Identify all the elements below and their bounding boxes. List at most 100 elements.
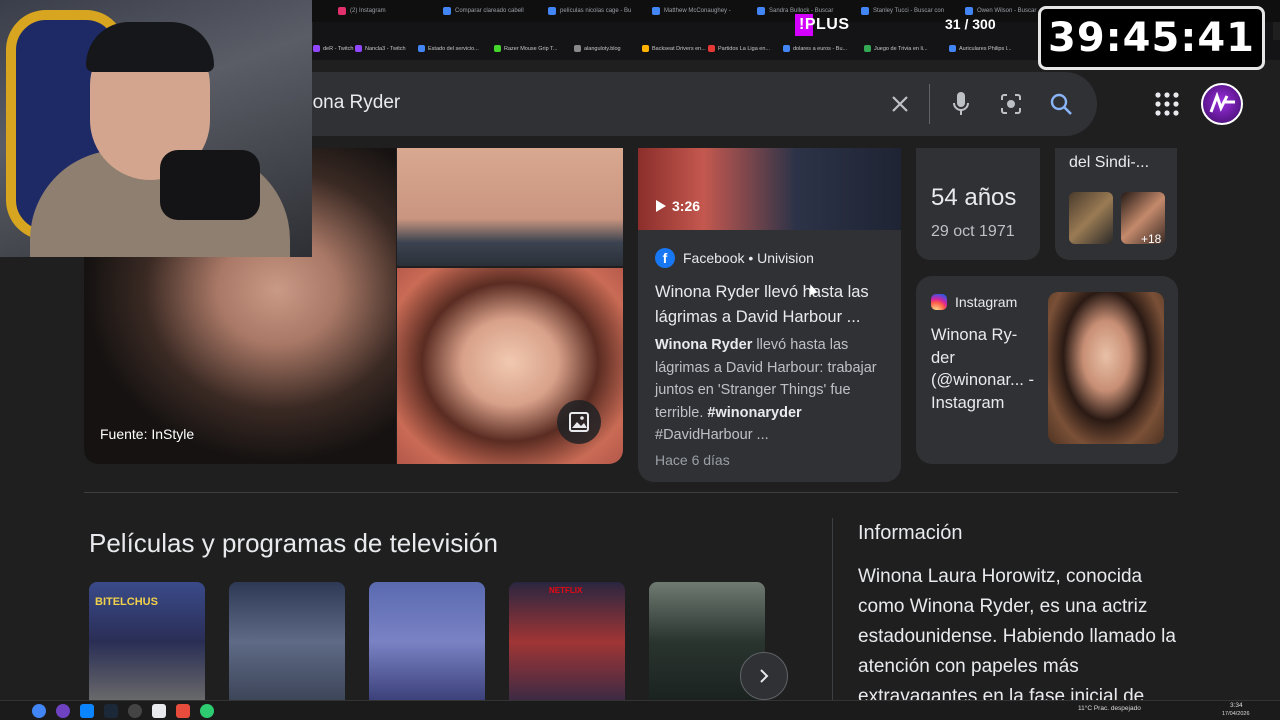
instagram-image[interactable] (1048, 292, 1164, 444)
tab-favicon (757, 7, 765, 15)
bookmark-favicon (642, 45, 649, 52)
bookmark-item[interactable]: Backseat Drivers en... (642, 45, 706, 52)
lens-icon[interactable] (997, 90, 1025, 118)
chrome-taskbar-icon[interactable] (32, 704, 46, 718)
desc-hashtags: #DavidHarbour ... (655, 427, 769, 443)
explorer-taskbar-icon[interactable] (152, 704, 166, 718)
bookmark-favicon (574, 45, 581, 52)
image-result-bottom[interactable] (397, 268, 623, 464)
video-source: f Facebook • Univision (655, 248, 814, 268)
progress-counter: 31 / 300 (945, 16, 996, 32)
play-icon (656, 200, 666, 212)
bookmark-label: Partidos La Liga en... (718, 45, 770, 52)
bookmark-favicon (418, 45, 425, 52)
app-taskbar-icon[interactable] (56, 704, 70, 718)
clock-date[interactable]: 17/04/2026 (1222, 711, 1250, 717)
video-title[interactable]: Winona Ryder llevó hasta las lágrimas a … (655, 280, 890, 330)
plus-overlay: !PLUS 31 / 300 (795, 10, 1040, 40)
bookmark-label: Nancla3 - Twitch (365, 45, 406, 52)
plus-logo: !PLUS (795, 14, 854, 36)
bookmark-label: Auriculares Philips l... (959, 45, 1012, 52)
browser-tab[interactable]: películas nicolas cage - Bu (548, 3, 648, 19)
apps-grid-icon[interactable] (1154, 91, 1180, 117)
movie-poster[interactable] (369, 582, 485, 702)
bookmark-item[interactable]: deR - Twitch (313, 45, 353, 52)
chevron-right-icon (760, 669, 769, 683)
steam-taskbar-icon[interactable] (104, 704, 118, 718)
bookmark-favicon (708, 45, 715, 52)
bookmark-favicon (494, 45, 501, 52)
webcam-overlay (0, 0, 312, 257)
video-result-card[interactable]: 3:26 f Facebook • Univision Winona Ryder… (638, 148, 901, 482)
info-heading: Información (858, 522, 963, 544)
tab-label: Comparar clareado cabell (455, 8, 524, 14)
bookmark-label: Backseat Drivers en... (652, 45, 706, 52)
tab-favicon (548, 7, 556, 15)
carousel-next-button[interactable] (740, 652, 788, 700)
bookmark-label: deR - Twitch (323, 45, 354, 52)
section-divider (84, 492, 1178, 493)
bookmark-favicon (949, 45, 956, 52)
movies-heading: Películas y programas de televisión (89, 528, 498, 558)
video-thumbnail[interactable] (638, 148, 901, 230)
bookmark-item[interactable]: Estado del servicio... (418, 45, 479, 52)
bookmark-label: Juego de Trivia en li... (874, 45, 928, 52)
bookmark-item[interactable]: Auriculares Philips l... (949, 45, 1012, 52)
related-thumb-1[interactable] (1069, 192, 1113, 244)
bookmark-item[interactable]: alanguloty.blog (574, 45, 621, 52)
poster-label: BITELCHUS (95, 596, 158, 608)
search-query[interactable]: nona Ryder (302, 92, 400, 114)
bookmark-item[interactable]: Razer Mouse Grip T... (494, 45, 557, 52)
facebook-icon: f (655, 248, 675, 268)
search-divider (929, 84, 930, 124)
video-source-label: Facebook • Univision (683, 250, 814, 266)
video-duration: 3:26 (656, 198, 700, 214)
search-icon[interactable] (1047, 90, 1075, 118)
app2-taskbar-icon[interactable] (176, 704, 190, 718)
video-description: Winona Ryder llevó hasta las lágrimas a … (655, 334, 890, 447)
browser-tab[interactable]: (2) Instagram (338, 3, 438, 19)
movie-poster[interactable]: BITELCHUS (89, 582, 205, 702)
desc-bold-name: Winona Ryder (655, 337, 753, 353)
related-title: del Sindi-... (1069, 154, 1150, 171)
app3-taskbar-icon[interactable] (200, 704, 214, 718)
instagram-icon (931, 294, 947, 310)
image-result-top[interactable] (397, 148, 623, 266)
tab-label: (2) Instagram (350, 8, 386, 14)
column-divider (832, 518, 833, 708)
bookmark-item[interactable]: Partidos La Liga en... (708, 45, 770, 52)
bookmark-item[interactable]: Nancla3 - Twitch (355, 45, 406, 52)
weather-widget[interactable]: 11°C Prac. despejado (1078, 705, 1141, 712)
bookmark-label: dolares a euros - Bu... (793, 45, 848, 52)
account-avatar[interactable] (1201, 83, 1243, 125)
duration-label: 3:26 (672, 198, 701, 214)
birth-date: 29 oct 1971 (931, 223, 1015, 240)
tab-label: películas nicolas cage - Bu (560, 8, 632, 14)
bookmark-item[interactable]: Juego de Trivia en li... (864, 45, 928, 52)
edge-taskbar-icon[interactable] (80, 704, 94, 718)
clear-icon[interactable] (886, 90, 914, 118)
instagram-card[interactable]: Instagram Winona Ry- der (@winonar... - … (916, 276, 1178, 464)
related-card[interactable]: del Sindi-... +18 (1055, 148, 1177, 260)
bookmark-favicon (313, 45, 320, 52)
bookmark-label: Razer Mouse Grip T... (504, 45, 558, 52)
browser-tab[interactable]: Comparar clareado cabell (443, 3, 543, 19)
mic-icon[interactable] (947, 90, 975, 118)
search-box[interactable]: nona Ryder (250, 72, 1097, 136)
microphone (160, 150, 260, 220)
movie-poster[interactable]: NETFLIX (509, 582, 625, 702)
image-gallery-icon[interactable] (557, 400, 601, 444)
instagram-title[interactable]: Winona Ry- der (@winonar... - Instagram (931, 324, 1041, 414)
tab-favicon (652, 7, 660, 15)
clock-time[interactable]: 3:34 (1230, 702, 1243, 709)
bookmark-item[interactable]: dolares a euros - Bu... (783, 45, 847, 52)
browser-tab[interactable]: Matthew McConaughey - (652, 3, 752, 19)
bookmark-favicon (355, 45, 362, 52)
instagram-source-label: Instagram (955, 294, 1018, 310)
obs-taskbar-icon[interactable] (128, 704, 142, 718)
poster-label: NETFLIX (549, 586, 583, 595)
related-more-count: +18 (1141, 232, 1162, 246)
bookmark-favicon (783, 45, 790, 52)
age-card[interactable]: 54 años 29 oct 1971 (916, 148, 1040, 260)
movie-poster[interactable] (229, 582, 345, 702)
